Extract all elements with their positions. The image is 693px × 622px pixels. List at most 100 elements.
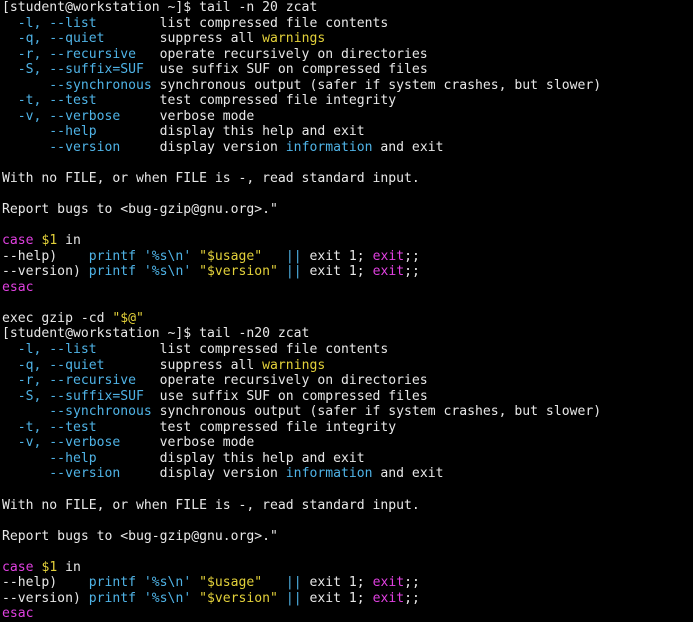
terminal-line: --help display this help and exit: [2, 124, 693, 140]
terminal-line: --help) printf '%s\n' "$usage" || exit 1…: [2, 575, 693, 591]
terminal-text-segment: $1: [41, 233, 58, 249]
terminal-text-segment: information: [285, 466, 373, 482]
terminal-line: With no FILE, or when FILE is -, read st…: [2, 498, 693, 514]
terminal-text-segment: test compressed file integrity: [96, 419, 397, 435]
terminal-line: -r, --recursive operate recursively on d…: [2, 47, 693, 63]
terminal-text-segment: ;;: [404, 575, 420, 591]
terminal-text-segment: printf '%s\n': [80, 264, 200, 280]
terminal-line: -l, --list list compressed file contents: [2, 16, 693, 32]
terminal-output[interactable]: [student@workstation ~]$ tail -n 20 zcat…: [0, 0, 693, 621]
terminal-text-segment: case: [2, 559, 34, 575]
terminal-text-segment: -S, --suffix=SUF: [2, 388, 144, 404]
terminal-text-segment: -t, --test: [2, 419, 97, 435]
terminal-line: -q, --quiet suppress all warnings: [2, 358, 693, 374]
terminal-text-segment: verbose mode: [120, 108, 255, 124]
terminal-line: --version display version information an…: [2, 466, 693, 482]
terminal-text-segment: "$usage": [199, 575, 263, 591]
terminal-text-segment: suppress all: [104, 357, 263, 373]
terminal-text-segment: test compressed file integrity: [96, 93, 397, 109]
terminal-text-segment: synchronous output (safer if system cras…: [151, 404, 602, 420]
terminal-text-segment: Report bugs to <bug-gzip@gnu.org>.": [2, 202, 278, 218]
terminal-line: -t, --test test compressed file integrit…: [2, 420, 693, 436]
terminal-text-segment: synchronous output (safer if system cras…: [151, 77, 602, 93]
terminal-text-segment: warnings: [262, 31, 326, 47]
terminal-line: --synchronous synchronous output (safer …: [2, 404, 693, 420]
terminal-text-segment: warnings: [262, 357, 326, 373]
terminal-text-segment: in: [57, 559, 81, 575]
terminal-text-segment: display version: [120, 466, 286, 482]
terminal-line: -S, --suffix=SUF use suffix SUF on compr…: [2, 62, 693, 78]
terminal-text-segment: -l, --list: [2, 15, 97, 31]
terminal-text-segment: case: [2, 233, 34, 249]
terminal-text-segment: With no FILE, or when FILE is -, read st…: [2, 171, 420, 187]
terminal-line: esac: [2, 280, 693, 296]
terminal-text-segment: exit: [372, 590, 405, 606]
terminal-text-segment: operate recursively on directories: [136, 46, 428, 62]
terminal-text-segment: ||: [285, 264, 302, 280]
terminal-text-segment: exit 1;: [301, 248, 373, 264]
terminal-text-segment: information: [285, 139, 373, 155]
terminal-text-segment: ||: [285, 248, 302, 264]
terminal-text-segment: esac: [2, 606, 34, 622]
terminal-text-segment: and exit: [372, 466, 444, 482]
terminal-text-segment: printf '%s\n': [57, 248, 200, 264]
terminal-line: --help) printf '%s\n' "$usage" || exit 1…: [2, 249, 693, 265]
terminal-text-segment: --synchronous: [2, 404, 152, 420]
terminal-text-segment: -t, --test: [2, 93, 97, 109]
terminal-line: -l, --list list compressed file contents: [2, 342, 693, 358]
terminal-text-segment: -S, --suffix=SUF: [2, 62, 144, 78]
terminal-text-segment: ||: [285, 590, 302, 606]
terminal-text-segment: display this help and exit: [96, 124, 365, 140]
terminal-text-segment: --version: [2, 466, 121, 482]
terminal-text-segment: ;;: [404, 264, 420, 280]
terminal-text-segment: -l, --list: [2, 342, 97, 358]
terminal-text-segment: --version): [2, 590, 81, 606]
terminal-text-segment: exit: [372, 248, 405, 264]
terminal-text-segment: use suffix SUF on compressed files: [143, 62, 428, 78]
terminal-text-segment: --help: [2, 450, 97, 466]
terminal-text-segment: --help): [2, 248, 58, 264]
terminal-line: --version) printf '%s\n' "$version" || e…: [2, 264, 693, 280]
terminal-text-segment: printf '%s\n': [80, 590, 200, 606]
terminal-text-segment: ;;: [404, 248, 420, 264]
terminal-text-segment: display this help and exit: [96, 450, 365, 466]
terminal-text-segment: -r, --recursive: [2, 373, 137, 389]
terminal-text-segment: [student@workstation ~]$ tail -n20 zcat: [2, 326, 310, 342]
terminal-line: esac: [2, 606, 693, 622]
terminal-text-segment: ||: [285, 575, 302, 591]
terminal-line: [student@workstation ~]$ tail -n 20 zcat: [2, 0, 693, 16]
terminal-line: --version display version information an…: [2, 140, 693, 156]
terminal-text-segment: --help): [2, 575, 58, 591]
terminal-text-segment: verbose mode: [120, 435, 255, 451]
terminal-line: --help display this help and exit: [2, 451, 693, 467]
terminal-text-segment: --version): [2, 264, 81, 280]
terminal-text-segment: operate recursively on directories: [136, 373, 428, 389]
terminal-text-segment: exit 1;: [301, 264, 373, 280]
terminal-text-segment: in: [57, 233, 81, 249]
terminal-text-segment: "$version": [199, 264, 278, 280]
terminal-text-segment: and exit: [372, 139, 444, 155]
terminal-text-segment: With no FILE, or when FILE is -, read st…: [2, 497, 420, 513]
terminal-line: case $1 in: [2, 233, 693, 249]
terminal-text-segment: suppress all: [104, 31, 263, 47]
terminal-line: -q, --quiet suppress all warnings: [2, 31, 693, 47]
terminal-text-segment: $1: [41, 559, 58, 575]
terminal-line: exec gzip -cd "$@": [2, 311, 693, 327]
terminal-text-segment: exit 1;: [301, 590, 373, 606]
terminal-text-segment: Report bugs to <bug-gzip@gnu.org>.": [2, 528, 278, 544]
terminal-text-segment: --version: [2, 139, 121, 155]
terminal-text-segment: "$usage": [199, 248, 263, 264]
terminal-text-segment: -v, --verbose: [2, 435, 121, 451]
terminal-text-segment: "$version": [199, 590, 278, 606]
terminal-text-segment: exit: [372, 575, 405, 591]
